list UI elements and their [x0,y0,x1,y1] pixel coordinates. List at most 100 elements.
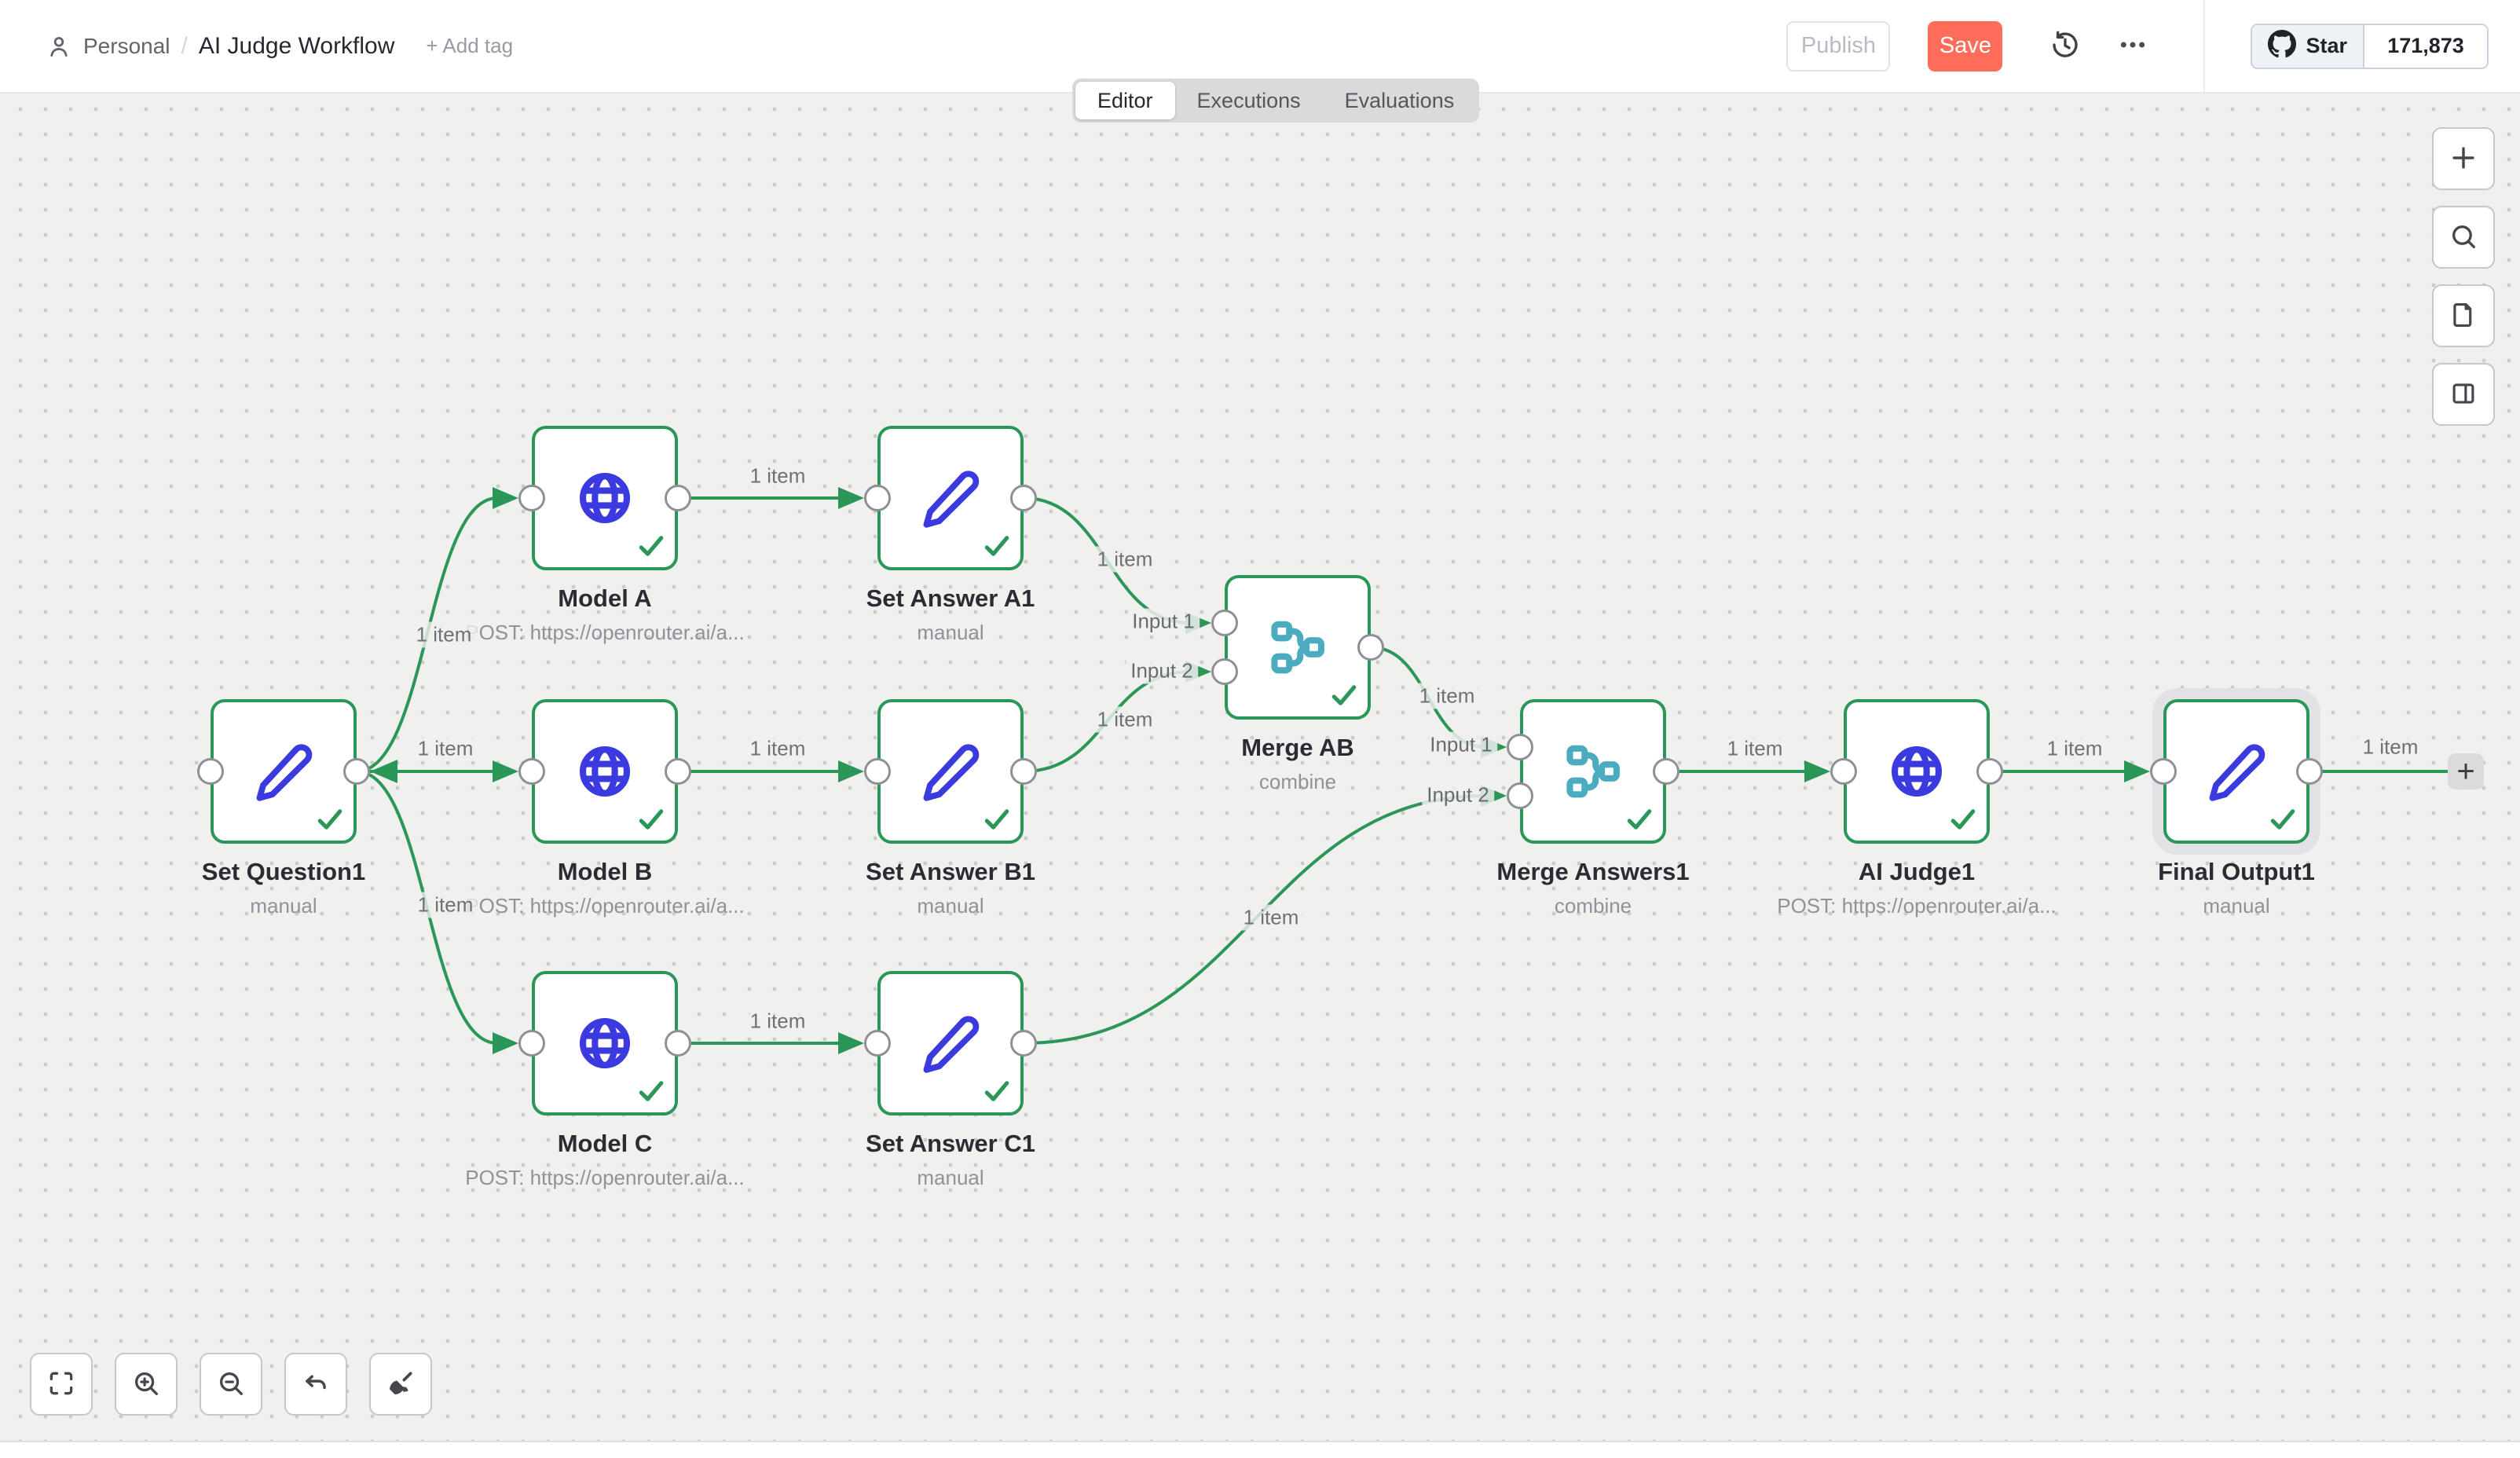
header-actions: Publish Save Star 171,873 [1786,0,2520,92]
search-icon [2449,222,2478,254]
footer-strip [0,1441,2520,1458]
node-subtitle: POST: https://openrouter.ai/a... [465,1166,745,1190]
workflow-canvas[interactable]: Set Question1manualModel APOST: https://… [0,92,2520,1441]
connection[interactable] [1371,647,1485,747]
connection-items-label: 1 item [1721,736,1789,762]
node-merge-answers1[interactable]: Merge Answers1combine [1520,699,1666,844]
node-set-answer-c1[interactable]: Set Answer C1manual [877,971,1024,1115]
connection[interactable] [1024,672,1190,771]
http-globe-icon [574,467,635,529]
history-icon [2049,29,2081,63]
node-subtitle: POST: https://openrouter.ai/a... [1777,894,2057,918]
node-model-c[interactable]: Model CPOST: https://openrouter.ai/a... [532,971,678,1115]
node-title: AI Judge1 [1859,858,1975,886]
http-globe-icon [1886,741,1947,802]
node-subtitle: POST: https://openrouter.ai/a... [465,621,745,645]
node-title: Model C [558,1130,653,1158]
node-model-b[interactable]: Model BPOST: https://openrouter.ai/a... [532,699,678,844]
pen-icon [920,467,981,529]
node-subtitle: manual [2203,894,2269,918]
node-subtitle: combine [1555,894,1632,918]
tab-executions[interactable]: Executions [1175,82,1323,119]
node-subtitle: manual [917,1166,983,1190]
breadcrumb-separator: / [181,33,188,60]
connection[interactable] [1024,498,1190,623]
node-merge-ab[interactable]: Merge ABcombine [1225,575,1371,720]
success-check-icon [317,808,343,830]
workflow-title[interactable]: AI Judge Workflow [199,33,395,60]
add-connected-node-button[interactable]: + [2448,753,2484,789]
plus-icon [2449,143,2478,175]
pen-icon [2206,741,2267,802]
save-button[interactable]: Save [1928,21,2002,71]
zoom-out-icon [216,1368,246,1401]
http-globe-icon [574,741,635,802]
breadcrumb-project[interactable]: Personal [83,34,170,59]
add-sticky-button[interactable] [2432,284,2495,347]
success-check-icon [983,1080,1010,1102]
merge-icon [1562,741,1624,802]
connection-items-label: 1 item [744,736,812,762]
zoom-in-button[interactable] [115,1353,178,1416]
node-title: Set Answer B1 [866,858,1035,886]
canvas-world: Set Question1manualModel APOST: https://… [0,92,2520,1441]
connection[interactable] [1024,796,1485,1043]
success-check-icon [983,535,1010,557]
node-model-a[interactable]: Model APOST: https://openrouter.ai/a... [532,426,678,570]
connection-items-label: 1 item [744,1009,812,1035]
node-subtitle: manual [917,894,983,918]
page-icon [2449,300,2478,332]
undo-button[interactable] [284,1353,347,1416]
add-tag-button[interactable]: + Add tag [426,34,513,58]
success-check-icon [1950,808,1976,830]
node-subtitle: POST: https://openrouter.ai/a... [465,894,745,918]
connection-items-label: 1 item [2041,736,2109,762]
node-title: Merge AB [1241,734,1354,762]
zoom-out-button[interactable] [200,1353,262,1416]
fit-icon [46,1368,76,1401]
node-title: Merge Answers1 [1496,858,1689,886]
github-icon [2268,30,2296,62]
pen-icon [920,741,981,802]
breadcrumb: Personal / AI Judge Workflow + Add tag [46,0,513,92]
view-tabs: Editor Executions Evaluations [1072,79,1479,123]
workflow-history-button[interactable] [2043,24,2087,68]
node-set-answer-b1[interactable]: Set Answer B1manual [877,699,1024,844]
node-set-question1[interactable]: Set Question1manual [211,699,357,844]
toggle-panel-button[interactable] [2432,363,2495,426]
tab-evaluations[interactable]: Evaluations [1323,82,1477,119]
node-title: Set Question1 [202,858,365,886]
zoom-to-fit-button[interactable] [30,1353,93,1416]
ellipsis-icon [2117,29,2148,63]
success-check-icon [638,808,665,830]
add-node-button[interactable] [2432,127,2495,190]
success-check-icon [1626,808,1653,830]
success-check-icon [2269,808,2296,830]
n8n-workflow-editor: Personal / AI Judge Workflow + Add tag P… [0,0,2520,1458]
connection-items-label: 1 item [2357,734,2425,760]
tidy-up-button[interactable] [369,1353,432,1416]
node-set-answer-a1[interactable]: Set Answer A1manual [877,426,1024,570]
node-title: Set Answer C1 [866,1130,1035,1158]
merge-input-label: Input 1 [1425,732,1497,758]
github-star-count: 171,873 [2364,25,2487,68]
github-star-widget[interactable]: Star 171,873 [2251,24,2489,69]
tab-editor[interactable]: Editor [1075,82,1175,119]
tidy-icon [386,1368,416,1401]
success-check-icon [638,535,665,557]
node-title: Model B [558,858,653,886]
more-options-button[interactable] [2111,24,2155,68]
success-check-icon [638,1080,665,1102]
search-nodes-button[interactable] [2432,206,2495,269]
node-ai-judge1[interactable]: AI Judge1POST: https://openrouter.ai/a..… [1844,699,1990,844]
http-globe-icon [574,1013,635,1074]
node-subtitle: manual [250,894,317,918]
node-final-output1[interactable]: Final Output1manual [2163,699,2309,844]
zoom-in-icon [131,1368,161,1401]
ports-layer [0,92,2520,1441]
connection-items-label: 1 item [744,463,812,489]
connection-items-label: 1 item [412,736,480,762]
publish-button[interactable]: Publish [1786,21,1890,71]
github-star-button[interactable]: Star [2252,25,2364,68]
node-title: Model A [558,584,651,613]
